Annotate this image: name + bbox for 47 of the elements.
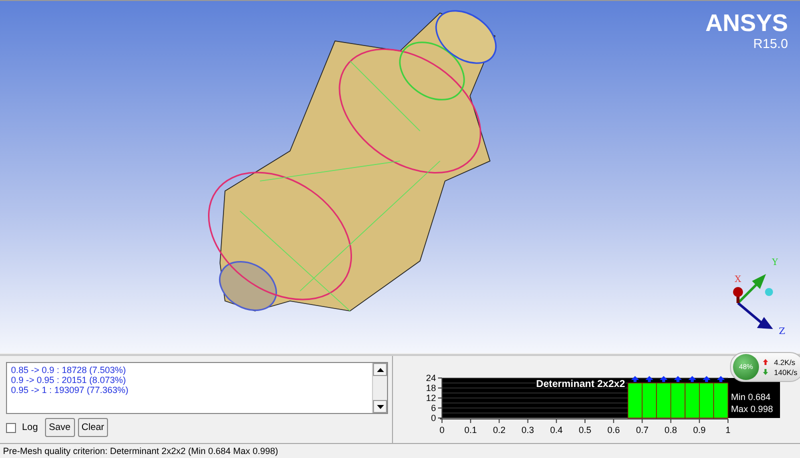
tick-label: 0.6 <box>607 425 620 436</box>
axis-label: Y <box>772 258 778 268</box>
tick-label: 12 <box>426 393 436 404</box>
histogram-bar <box>684 382 700 418</box>
tick-label: 0 <box>430 413 436 424</box>
version-text: R15.0 <box>753 37 788 51</box>
histogram-bar <box>699 382 714 418</box>
chart-title: Determinant 2x2x2 <box>536 379 626 390</box>
tick-label: 0.9 <box>693 425 706 436</box>
clear-button[interactable]: Clear <box>78 418 108 438</box>
tick-label: 0.4 <box>550 425 563 436</box>
axis-label: Z <box>778 327 786 337</box>
tick-label: 0.1 <box>464 425 477 436</box>
log-line: 0.95 -> 1 : 193097 (77.363%) <box>11 385 130 396</box>
histogram-bar <box>713 382 728 418</box>
histogram-bar <box>670 382 686 418</box>
log-line: 0.9 -> 0.95 : 20151 (8.073%) <box>11 375 127 386</box>
logo-text: ANSYS <box>705 11 788 37</box>
chart-annotation: Min 0.684 <box>731 392 771 402</box>
axis-triad-icon <box>733 274 773 329</box>
tick-label: 0.7 <box>636 425 648 436</box>
tick-label: 0.3 <box>522 425 534 436</box>
scroll-up-button[interactable] <box>373 363 387 376</box>
histogram-bar <box>628 382 642 418</box>
axis-label: X <box>734 275 742 285</box>
tick-label: 0.8 <box>664 425 678 436</box>
tick-label: 6 <box>430 403 436 414</box>
tick-label: 0 <box>440 425 444 436</box>
tick-label: 24 <box>426 373 436 384</box>
caret-down-icon <box>376 404 384 409</box>
tick-label: 0.5 <box>578 425 592 436</box>
caret-up-icon <box>376 368 384 372</box>
log-line: 0.85 -> 0.9 : 18728 (7.503%) <box>11 365 127 376</box>
tick-label: 18 <box>426 383 436 394</box>
log-checkbox[interactable] <box>6 422 16 433</box>
tick-label: 0.2 <box>492 425 506 436</box>
download-arrow-icon <box>763 369 768 375</box>
scrollbar[interactable] <box>372 363 387 414</box>
histogram-bar <box>642 382 657 418</box>
tick-label: 1 <box>726 425 730 436</box>
scroll-down-button[interactable] <box>373 400 387 414</box>
checkbox-label: Log <box>22 422 38 434</box>
histogram-bar <box>656 382 672 418</box>
upload-arrow-icon <box>763 359 768 365</box>
chart-annotation: Max 0.998 <box>731 404 774 414</box>
save-button[interactable]: Save <box>44 418 75 438</box>
status-text: Pre-Mesh quality criterion: Determinant 2x2x2 (Min 0.684 Max 0.998) <box>3 446 278 456</box>
